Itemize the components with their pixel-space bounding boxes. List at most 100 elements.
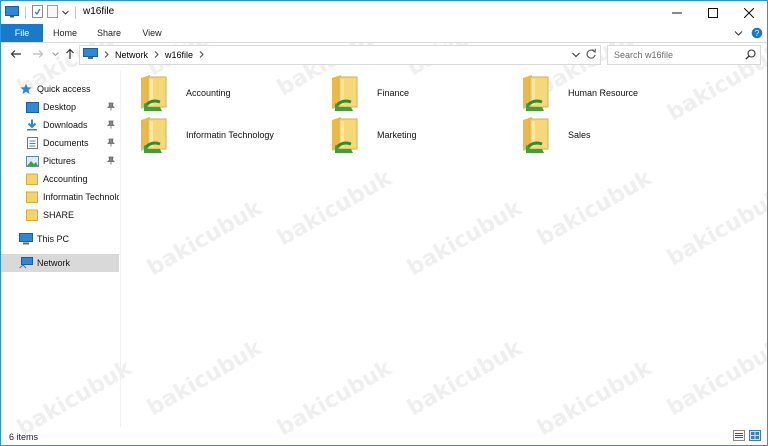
sidebar-item-label: SHARE [43, 210, 75, 220]
tab-file[interactable]: File [1, 24, 43, 42]
folder-view: Accounting Finance Human Resource Inform… [122, 71, 767, 427]
quick-access-toolbar [5, 5, 78, 20]
sidebar-item-pictures[interactable]: Pictures [25, 152, 119, 170]
shared-folder-icon [329, 115, 363, 155]
pin-icon[interactable] [107, 138, 115, 149]
search-icon[interactable] [745, 49, 756, 62]
documents-icon [25, 137, 39, 149]
sidebar-item-accounting[interactable]: Accounting [25, 170, 119, 188]
navigation-pane: Quick access Desktop Downloads Documents… [1, 77, 119, 427]
sidebar-item-network[interactable]: Network [1, 254, 119, 272]
customize-toolbar-icon[interactable] [62, 8, 69, 18]
pane-divider[interactable] [120, 71, 121, 427]
network-icon [19, 257, 33, 269]
large-icons-view-icon[interactable] [749, 430, 761, 443]
sidebar-item-label: Documents [43, 138, 89, 148]
folder-name: Informatin Technology [186, 130, 274, 140]
ribbon-tabs: File Home Share View ? [1, 24, 767, 43]
help-icon[interactable]: ? [751, 27, 763, 41]
toolbar-divider [25, 6, 26, 19]
refresh-icon[interactable] [585, 48, 597, 62]
shared-folder-icon [329, 73, 363, 113]
sidebar-item-label: This PC [37, 234, 70, 244]
sidebar-item-share[interactable]: SHARE [25, 206, 119, 224]
status-bar: 6 items [1, 427, 767, 445]
folder-item[interactable]: Informatin Technology [138, 115, 318, 155]
maximize-button[interactable] [695, 1, 731, 24]
sidebar-item-downloads[interactable]: Downloads [25, 116, 119, 134]
sidebar-item-documents[interactable]: Documents [25, 134, 119, 152]
search-placeholder: Search w16file [614, 50, 674, 60]
folder-name: Accounting [186, 88, 231, 98]
sidebar-item-informatin-technology[interactable]: Informatin Technolo [25, 188, 119, 206]
sidebar-item-quick-access[interactable]: Quick access [19, 80, 119, 98]
folder-item[interactable]: Human Resource [520, 73, 700, 113]
sidebar-item-label: Network [37, 258, 71, 268]
folder-name: Finance [377, 88, 410, 98]
window-controls [659, 1, 767, 24]
desktop-icon [25, 101, 39, 113]
view-switcher [733, 430, 761, 443]
address-dropdown-icon[interactable] [572, 50, 580, 60]
folder-item[interactable]: Accounting [138, 73, 318, 113]
close-button[interactable] [731, 1, 767, 24]
sidebar-item-label: Pictures [43, 156, 76, 166]
sidebar-item-label: Accounting [43, 174, 88, 184]
tab-home[interactable]: Home [47, 24, 83, 42]
search-input[interactable]: Search w16file [607, 45, 761, 65]
breadcrumb-separator-icon[interactable] [154, 50, 159, 60]
folder-name: Marketing [377, 130, 417, 140]
folder-name: Sales [568, 130, 591, 140]
sidebar-item-desktop[interactable]: Desktop [25, 98, 119, 116]
shared-folder-icon [138, 115, 172, 155]
folder-icon [25, 191, 39, 203]
up-button[interactable] [63, 47, 77, 61]
breadcrumb-item-network[interactable]: Network [115, 50, 148, 60]
star-icon [19, 83, 33, 95]
folder-item[interactable]: Sales [520, 115, 700, 155]
network-icon [83, 48, 98, 62]
pin-icon[interactable] [107, 120, 115, 131]
breadcrumb: Network w16file [83, 48, 204, 62]
title-bar: w16file [1, 1, 767, 24]
ribbon-controls: ? [734, 27, 763, 41]
tab-view[interactable]: View [135, 24, 169, 42]
sidebar-item-label: Informatin Technolo [43, 192, 119, 202]
folder-name: Human Resource [568, 88, 639, 98]
folder-icon [25, 209, 39, 221]
folder-icon [25, 173, 39, 185]
svg-text:?: ? [755, 29, 760, 38]
sidebar-item-this-pc[interactable]: This PC [19, 230, 119, 248]
folder-item[interactable]: Marketing [329, 115, 509, 155]
forward-button[interactable] [31, 47, 45, 61]
sidebar-item-label: Quick access [37, 84, 91, 94]
pin-icon[interactable] [107, 156, 115, 167]
downloads-icon [25, 119, 39, 131]
properties-icon[interactable] [32, 5, 43, 20]
window-title: w16file [83, 6, 115, 17]
navigation-bar: Network w16file Search w16file [1, 43, 767, 67]
sidebar-item-label: Desktop [43, 102, 77, 112]
breadcrumb-item-w16file[interactable]: w16file [165, 50, 193, 60]
breadcrumb-separator-icon[interactable] [104, 50, 109, 60]
explorer-icon[interactable] [5, 5, 19, 20]
shared-folder-icon [138, 73, 172, 113]
expand-ribbon-icon[interactable] [734, 29, 743, 39]
shared-folder-icon [520, 115, 554, 155]
pin-icon[interactable] [107, 102, 115, 113]
computer-icon [19, 233, 33, 245]
new-folder-icon[interactable] [47, 5, 58, 20]
explorer-window: bakicubuk bakicubuk bakicubuk bakicubuk … [0, 0, 768, 446]
folder-item[interactable]: Finance [329, 73, 509, 113]
back-button[interactable] [9, 47, 23, 61]
breadcrumb-separator-icon[interactable] [199, 50, 204, 60]
toolbar-divider [75, 6, 76, 19]
details-view-icon[interactable] [733, 430, 745, 443]
item-count: 6 items [9, 432, 39, 442]
minimize-button[interactable] [659, 1, 695, 24]
recent-locations-button[interactable] [48, 47, 62, 61]
pictures-icon [25, 155, 39, 167]
address-bar[interactable]: Network w16file [79, 45, 601, 65]
tab-share[interactable]: Share [91, 24, 127, 42]
shared-folder-icon [520, 73, 554, 113]
